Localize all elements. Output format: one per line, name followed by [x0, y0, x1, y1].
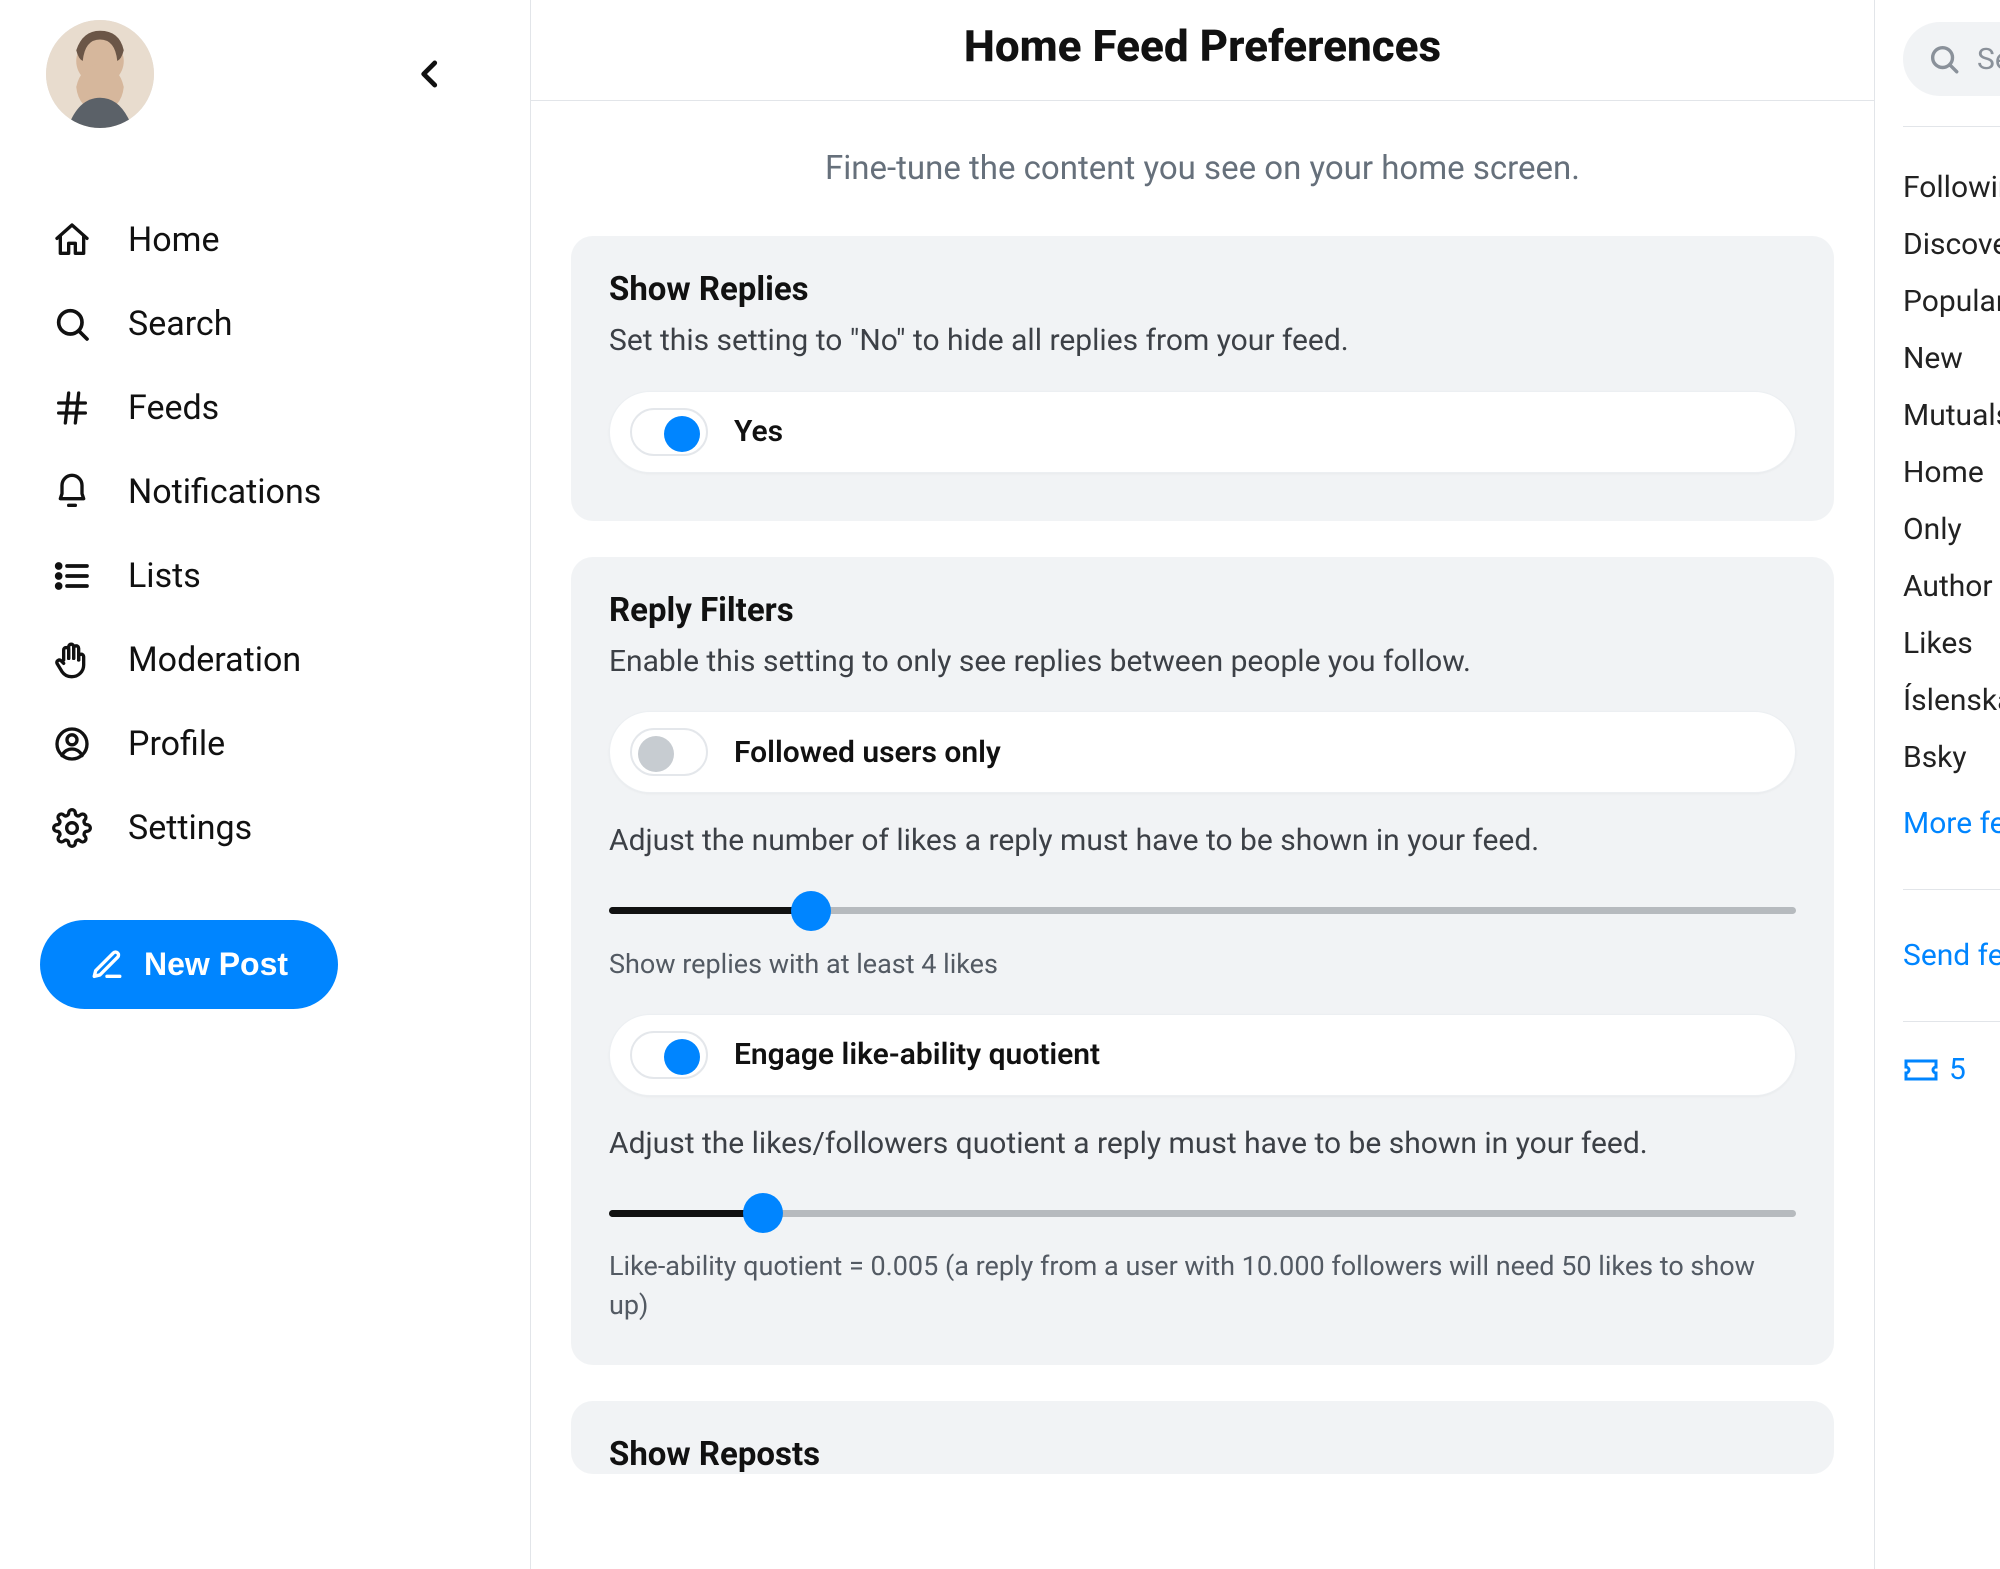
- more-feeds-link[interactable]: More feeds: [1903, 792, 2000, 855]
- center-scroll[interactable]: Fine-tune the content you see on your ho…: [531, 101, 1874, 1569]
- likes-slider[interactable]: [609, 891, 1796, 931]
- send-feedback-link[interactable]: Send feedback: [1903, 924, 2000, 987]
- hand-icon: [50, 638, 94, 682]
- back-button[interactable]: [400, 44, 460, 104]
- toggle-show-replies[interactable]: Yes: [609, 391, 1796, 473]
- right-item[interactable]: Likes: [1903, 615, 2000, 672]
- list-icon: [50, 554, 94, 598]
- toggle-label: Engage like-ability quotient: [734, 1037, 1100, 1072]
- right-item[interactable]: Home: [1903, 444, 2000, 501]
- right-item[interactable]: Íslenska: [1903, 672, 2000, 729]
- nav-item-profile[interactable]: Profile: [40, 702, 490, 786]
- likes-slider-caption: Show replies with at least 4 likes: [609, 945, 1796, 984]
- page-title: Home Feed Preferences: [531, 0, 1874, 101]
- right-item[interactable]: Author: [1903, 558, 2000, 615]
- bell-icon: [50, 470, 94, 514]
- nav-item-home[interactable]: Home: [40, 198, 490, 282]
- right-item[interactable]: Popular: [1903, 273, 2000, 330]
- hash-icon: [50, 386, 94, 430]
- search-icon: [50, 302, 94, 346]
- quotient-slider-desc: Adjust the likes/followers quotient a re…: [609, 1122, 1796, 1166]
- card-desc: Enable this setting to only see replies …: [609, 640, 1796, 684]
- sidebar: Home Search Feeds Notifications Lists: [0, 0, 530, 1569]
- nav-label: Profile: [128, 724, 225, 764]
- nav-item-notifications[interactable]: Notifications: [40, 450, 490, 534]
- avatar[interactable]: [46, 20, 154, 128]
- toggle-engage-quotient[interactable]: Engage like-ability quotient: [609, 1014, 1796, 1096]
- card-title: Show Replies: [609, 270, 1796, 309]
- card-show-replies: Show Replies Set this setting to "No" to…: [571, 236, 1834, 521]
- card-title: Show Reposts: [609, 1435, 1796, 1474]
- search-icon: [1927, 42, 1961, 76]
- quotient-slider[interactable]: [609, 1193, 1796, 1233]
- user-icon: [50, 722, 94, 766]
- gear-icon: [50, 806, 94, 850]
- chevron-left-icon: [411, 55, 449, 93]
- nav-item-lists[interactable]: Lists: [40, 534, 490, 618]
- right-item[interactable]: Bsky: [1903, 729, 2000, 786]
- card-show-reposts: Show Reposts: [571, 1401, 1834, 1474]
- right-item[interactable]: Discover: [1903, 216, 2000, 273]
- nav-item-feeds[interactable]: Feeds: [40, 366, 490, 450]
- right-list: Following Discover Popular New Mutuals H…: [1903, 127, 2000, 1087]
- nav-label: Home: [128, 220, 220, 260]
- card-title: Reply Filters: [609, 591, 1796, 630]
- nav: Home Search Feeds Notifications Lists: [40, 198, 490, 870]
- avatar-image: [46, 20, 154, 128]
- nav-label: Notifications: [128, 472, 321, 512]
- ticket-row[interactable]: 5: [1903, 1022, 2000, 1087]
- toggle-followed-only[interactable]: Followed users only: [609, 711, 1796, 793]
- new-post-button[interactable]: New Post: [40, 920, 338, 1009]
- toggle-label: Yes: [734, 414, 783, 449]
- page-subtitle: Fine-tune the content you see on your ho…: [571, 101, 1834, 236]
- right-item[interactable]: Following: [1903, 159, 2000, 216]
- nav-label: Search: [128, 304, 232, 344]
- nav-item-search[interactable]: Search: [40, 282, 490, 366]
- nav-item-moderation[interactable]: Moderation: [40, 618, 490, 702]
- toggle-switch[interactable]: [630, 1031, 708, 1079]
- ticket-count: 5: [1949, 1052, 1966, 1087]
- compose-icon: [90, 948, 124, 982]
- toggle-label: Followed users only: [734, 735, 1001, 770]
- sidebar-top: [40, 20, 490, 168]
- toggle-switch[interactable]: [630, 728, 708, 776]
- nav-label: Feeds: [128, 388, 219, 428]
- right-item[interactable]: Only: [1903, 501, 2000, 558]
- nav-label: Settings: [128, 808, 252, 848]
- card-desc: Set this setting to "No" to hide all rep…: [609, 319, 1796, 363]
- likes-slider-desc: Adjust the number of likes a reply must …: [609, 819, 1796, 863]
- search-placeholder: Search: [1977, 42, 2000, 77]
- right-panel: Search Following Discover Popular New Mu…: [1875, 0, 2000, 1569]
- toggle-switch[interactable]: [630, 408, 708, 456]
- search-box[interactable]: Search: [1903, 22, 2000, 96]
- divider: [1903, 889, 2000, 890]
- quotient-slider-caption: Like-ability quotient = 0.005 (a reply f…: [609, 1247, 1796, 1325]
- home-icon: [50, 218, 94, 262]
- new-post-label: New Post: [144, 946, 288, 983]
- right-item[interactable]: New: [1903, 330, 2000, 387]
- nav-label: Moderation: [128, 640, 301, 680]
- ticket-icon: [1903, 1056, 1939, 1084]
- main-column: Home Feed Preferences Fine-tune the cont…: [530, 0, 1875, 1569]
- card-reply-filters: Reply Filters Enable this setting to onl…: [571, 557, 1834, 1366]
- nav-label: Lists: [128, 556, 201, 596]
- right-item[interactable]: Mutuals: [1903, 387, 2000, 444]
- nav-item-settings[interactable]: Settings: [40, 786, 490, 870]
